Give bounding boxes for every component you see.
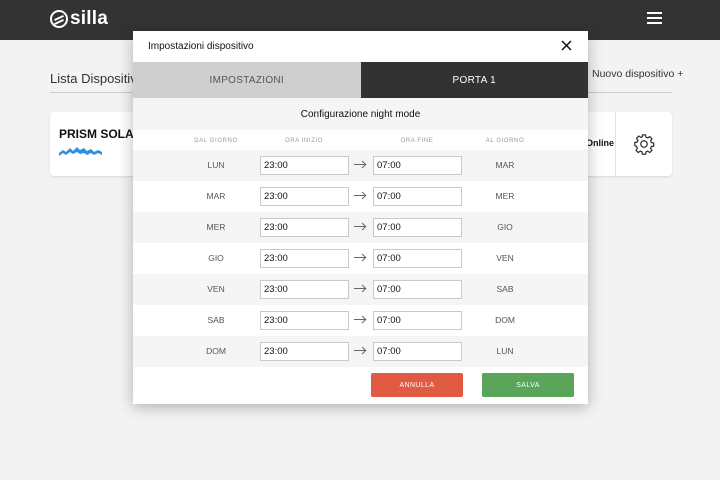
end-time-input[interactable] bbox=[373, 218, 462, 237]
to-day: SAB bbox=[496, 284, 514, 294]
silla-logo-icon bbox=[50, 10, 68, 28]
to-day: VEN bbox=[496, 253, 514, 263]
table-row: VEN SAB bbox=[133, 274, 588, 305]
new-device-link[interactable]: Nuovo dispositivo + bbox=[592, 68, 683, 80]
from-day: SAB bbox=[207, 315, 225, 325]
page-title: Lista Dispositivi bbox=[50, 71, 140, 86]
from-day: DOM bbox=[206, 346, 226, 356]
to-day: LUN bbox=[496, 346, 514, 356]
column-header-from-day: DAL GIORNO bbox=[194, 138, 238, 144]
from-day: MER bbox=[206, 222, 226, 232]
to-day: GIO bbox=[497, 222, 513, 232]
arrow-right-icon bbox=[354, 315, 367, 324]
start-time-input[interactable] bbox=[260, 249, 349, 268]
night-mode-table: LUN MAR MAR MER MER GIO GIO VEN bbox=[133, 150, 588, 367]
to-day: MAR bbox=[495, 160, 515, 170]
table-row: DOM LUN bbox=[133, 336, 588, 367]
save-button[interactable]: SALVA bbox=[482, 373, 574, 397]
column-header-to-day: AL GIORNO bbox=[485, 138, 525, 144]
device-brand-icon bbox=[59, 147, 102, 156]
gear-icon[interactable] bbox=[633, 133, 655, 155]
column-header-start-time: ORA INIZIO bbox=[284, 138, 323, 144]
start-time-input[interactable] bbox=[260, 311, 349, 330]
arrow-right-icon bbox=[354, 191, 367, 200]
start-time-input[interactable] bbox=[260, 187, 349, 206]
column-headers: DAL GIORNO ORA INIZIO ORA FINE AL GIORNO bbox=[133, 130, 588, 152]
hamburger-menu-icon[interactable] bbox=[647, 12, 662, 24]
arrow-right-icon bbox=[354, 346, 367, 355]
to-day: DOM bbox=[495, 315, 515, 325]
start-time-input[interactable] bbox=[260, 342, 349, 361]
table-row: LUN MAR bbox=[133, 150, 588, 181]
section-title: Configurazione night mode bbox=[133, 98, 588, 130]
logo-text: silla bbox=[70, 8, 108, 29]
device-status: Online bbox=[586, 138, 615, 148]
device-settings-modal: Impostazioni dispositivo IMPOSTAZIONI PO… bbox=[133, 31, 588, 404]
table-row: SAB DOM bbox=[133, 305, 588, 336]
from-day: MAR bbox=[206, 191, 226, 201]
end-time-input[interactable] bbox=[373, 156, 462, 175]
start-time-input[interactable] bbox=[260, 156, 349, 175]
end-time-input[interactable] bbox=[373, 249, 462, 268]
end-time-input[interactable] bbox=[373, 280, 462, 299]
end-time-input[interactable] bbox=[373, 187, 462, 206]
device-name: PRISM SOLAR bbox=[59, 127, 143, 141]
from-day: VEN bbox=[207, 284, 225, 294]
to-day: MER bbox=[495, 191, 515, 201]
arrow-right-icon bbox=[354, 160, 367, 169]
table-row: MER GIO bbox=[133, 212, 588, 243]
silla-logo[interactable]: silla bbox=[50, 8, 108, 29]
modal-tabs: IMPOSTAZIONI PORTA 1 bbox=[133, 62, 588, 98]
cancel-button[interactable]: ANNULLA bbox=[371, 373, 463, 397]
close-icon[interactable] bbox=[561, 40, 572, 51]
tab-porta-1[interactable]: PORTA 1 bbox=[360, 62, 588, 98]
modal-title: Impostazioni dispositivo bbox=[148, 41, 254, 52]
tab-impostazioni[interactable]: IMPOSTAZIONI bbox=[133, 62, 361, 98]
end-time-input[interactable] bbox=[373, 311, 462, 330]
start-time-input[interactable] bbox=[260, 280, 349, 299]
end-time-input[interactable] bbox=[373, 342, 462, 361]
from-day: GIO bbox=[208, 253, 224, 263]
start-time-input[interactable] bbox=[260, 218, 349, 237]
arrow-right-icon bbox=[354, 284, 367, 293]
from-day: LUN bbox=[207, 160, 225, 170]
table-row: MAR MER bbox=[133, 181, 588, 212]
card-divider bbox=[615, 112, 616, 176]
modal-header: Impostazioni dispositivo bbox=[133, 31, 588, 62]
column-header-end-time: ORA FINE bbox=[400, 138, 434, 144]
arrow-right-icon bbox=[354, 222, 367, 231]
arrow-right-icon bbox=[354, 253, 367, 262]
table-row: GIO VEN bbox=[133, 243, 588, 274]
